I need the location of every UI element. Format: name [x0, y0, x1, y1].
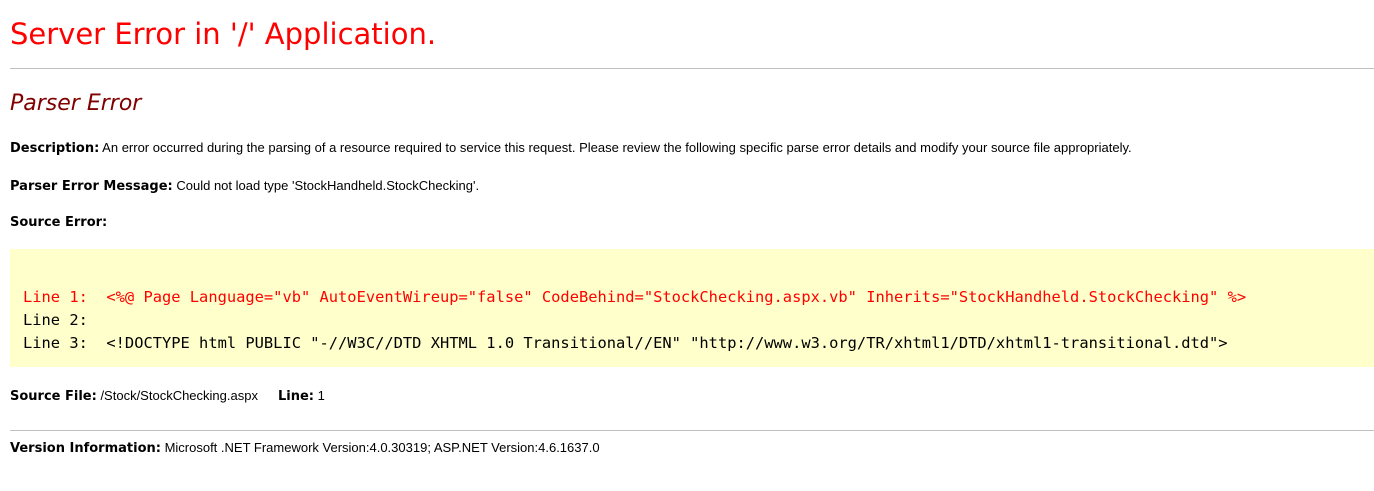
- parser-error-message-label: Parser Error Message:: [10, 179, 173, 194]
- version-information-text: Microsoft .NET Framework Version:4.0.303…: [160, 440, 600, 455]
- source-error-label: Source Error:: [10, 215, 108, 230]
- source-line: Line 2:: [23, 311, 88, 329]
- parser-error-message-row: Parser Error Message: Could not load typ…: [10, 177, 479, 196]
- source-file-row: Source File: /Stock/StockChecking.aspx Li…: [10, 387, 325, 406]
- source-code-block: Line 1: <%@ Page Language="vb" AutoEvent…: [10, 249, 1374, 367]
- version-information-row: Version Information: Microsoft .NET Fram…: [10, 439, 600, 458]
- page-title: Server Error in '/' Application.: [10, 17, 437, 51]
- title-divider: [10, 68, 1374, 69]
- source-file-label: Source File:: [10, 389, 97, 404]
- source-line-error: Line 1: <%@ Page Language="vb" AutoEvent…: [23, 288, 1247, 306]
- description-row: Description: An error occurred during th…: [10, 139, 1132, 158]
- error-type-heading: Parser Error: [10, 91, 142, 116]
- line-number-value: 1: [313, 388, 325, 403]
- description-label: Description:: [10, 141, 100, 156]
- parser-error-message-text: Could not load type 'StockHandheld.Stock…: [172, 178, 480, 193]
- source-error-row: Source Error:: [10, 213, 107, 232]
- version-information-label: Version Information:: [10, 441, 161, 456]
- line-number-label: Line:: [277, 389, 314, 404]
- description-text: An error occurred during the parsing of …: [99, 140, 1132, 155]
- version-divider: [10, 430, 1374, 431]
- source-line: Line 3: <!DOCTYPE html PUBLIC "-//W3C//D…: [23, 334, 1228, 352]
- source-file-value: /Stock/StockChecking.aspx: [96, 388, 258, 403]
